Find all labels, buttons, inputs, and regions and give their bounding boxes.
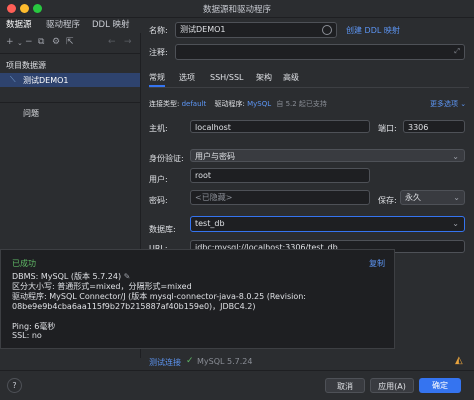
driver-note: 自 5.2 起已支持 <box>276 100 327 108</box>
database-label: 数据库: <box>149 225 176 234</box>
copy-button[interactable]: 复制 <box>369 258 385 269</box>
ok-button[interactable]: 确定 <box>419 378 461 393</box>
name-input[interactable]: 测试DEMO1 <box>175 22 337 38</box>
connection-type-row: 连接类型: default 驱动程序: MySQL 自 5.2 起已支持 <box>149 99 327 109</box>
divider <box>0 102 140 103</box>
password-label: 密码: <box>149 196 168 205</box>
datasource-item[interactable]: ⟍ 测试DEMO1 <box>0 73 140 87</box>
save-value: 永久 <box>405 193 421 202</box>
comment-input[interactable]: ⤢ <box>175 44 465 60</box>
auth-label: 身份验证: <box>149 154 184 163</box>
mysql-icon: ⟍ <box>10 75 16 84</box>
user-label: 用户: <box>149 175 168 184</box>
tab-general[interactable]: 常规 <box>149 70 165 87</box>
tab-drivers[interactable]: 驱动程序 <box>46 17 80 33</box>
copy-icon[interactable]: ⧉ <box>38 37 44 47</box>
status-text: 已成功 <box>12 259 36 268</box>
title-bar: 数据源和驱动程序 <box>0 0 474 18</box>
expand-icon[interactable]: ⤢ <box>454 45 460 58</box>
settings-icon[interactable]: ⚙ <box>52 37 60 47</box>
host-label: 主机: <box>149 124 168 133</box>
driver-label: 驱动程序: <box>214 100 245 108</box>
connection-type-label: 连接类型: <box>149 100 180 108</box>
test-result-popup: 已成功 复制 DBMS: MySQL (版本 5.7.24) ✎ 区分大小写: … <box>0 249 395 349</box>
chevron-down-icon: ⌄ <box>453 193 460 202</box>
left-toolbar: + ⌄ − ⧉ ⚙ ⇱ ← → <box>0 33 140 54</box>
host-input[interactable]: localhost <box>190 120 370 133</box>
warning-icon[interactable]: ◭ <box>455 355 463 366</box>
tab-ssh-ssl[interactable]: SSH/SSL <box>210 70 243 85</box>
auth-select[interactable]: 用户与密码 ⌄ <box>190 149 465 162</box>
tab-schemas[interactable]: 架构 <box>256 70 272 85</box>
window-title: 数据源和驱动程序 <box>202 5 271 15</box>
comment-label: 注释: <box>149 48 168 57</box>
cancel-button[interactable]: 取消 <box>325 378 365 393</box>
connection-type-value[interactable]: default <box>182 100 207 108</box>
export-icon[interactable]: ⇱ <box>66 37 74 47</box>
problems-item[interactable]: 问题 <box>23 108 39 119</box>
user-input[interactable]: root <box>190 168 370 183</box>
settings-tabs: 常规 选项 SSH/SSL 架构 高级 <box>149 70 469 88</box>
more-options-link[interactable]: 更多选项 ⌄ <box>430 99 466 109</box>
database-input[interactable]: test_db ⌄ <box>190 216 465 232</box>
ssl-line: SSL: no <box>12 331 42 340</box>
color-picker-icon[interactable] <box>322 25 332 35</box>
create-ddl-link[interactable]: 创建 DDL 映射 <box>346 25 400 36</box>
test-connection-link[interactable]: 测试连接 <box>149 357 181 368</box>
driver-value[interactable]: MySQL <box>247 100 271 108</box>
auth-value: 用户与密码 <box>195 152 235 161</box>
minus-icon[interactable]: − <box>25 37 33 47</box>
datasource-name: 测试DEMO1 <box>23 76 69 85</box>
check-icon: ✓ <box>186 356 194 366</box>
tab-ddl-mappings[interactable]: DDL 映射 <box>92 17 130 33</box>
edit-icon[interactable]: ✎ <box>124 272 131 281</box>
chevron-down-icon: ⌄ <box>452 219 459 228</box>
port-input[interactable]: 3306 <box>403 120 465 133</box>
database-value: test_db <box>195 219 225 228</box>
plus-icon[interactable]: + <box>6 37 14 47</box>
save-select[interactable]: 永久 ⌄ <box>400 190 465 205</box>
dbms-text: DBMS: MySQL (版本 5.7.24) <box>12 272 122 281</box>
tab-advanced[interactable]: 高级 <box>283 70 299 85</box>
left-tabs: 数据源 驱动程序 DDL 映射 <box>0 17 140 35</box>
back-icon[interactable]: ← <box>108 37 116 47</box>
revision-line: 08be9e9b4cba6aa115f9b27b215887af40b159e0… <box>12 302 256 311</box>
name-label: 名称: <box>149 26 168 35</box>
name-value: 测试DEMO1 <box>180 25 226 34</box>
section-project-datasources: 项目数据源 <box>6 61 46 70</box>
save-label: 保存: <box>378 196 397 205</box>
chevron-down-icon: ⌄ <box>452 152 459 161</box>
help-button[interactable]: ? <box>7 378 22 393</box>
password-input[interactable]: <已隐藏> <box>190 190 370 205</box>
tab-options[interactable]: 选项 <box>179 70 195 85</box>
forward-icon[interactable]: → <box>124 37 132 47</box>
footer-divider <box>0 370 474 371</box>
port-label: 端口: <box>378 124 397 133</box>
test-result-text: MySQL 5.7.24 <box>197 357 253 366</box>
apply-button[interactable]: 应用(A) <box>370 378 414 393</box>
dropdown-arrow-icon[interactable]: ⌄ <box>17 39 23 47</box>
